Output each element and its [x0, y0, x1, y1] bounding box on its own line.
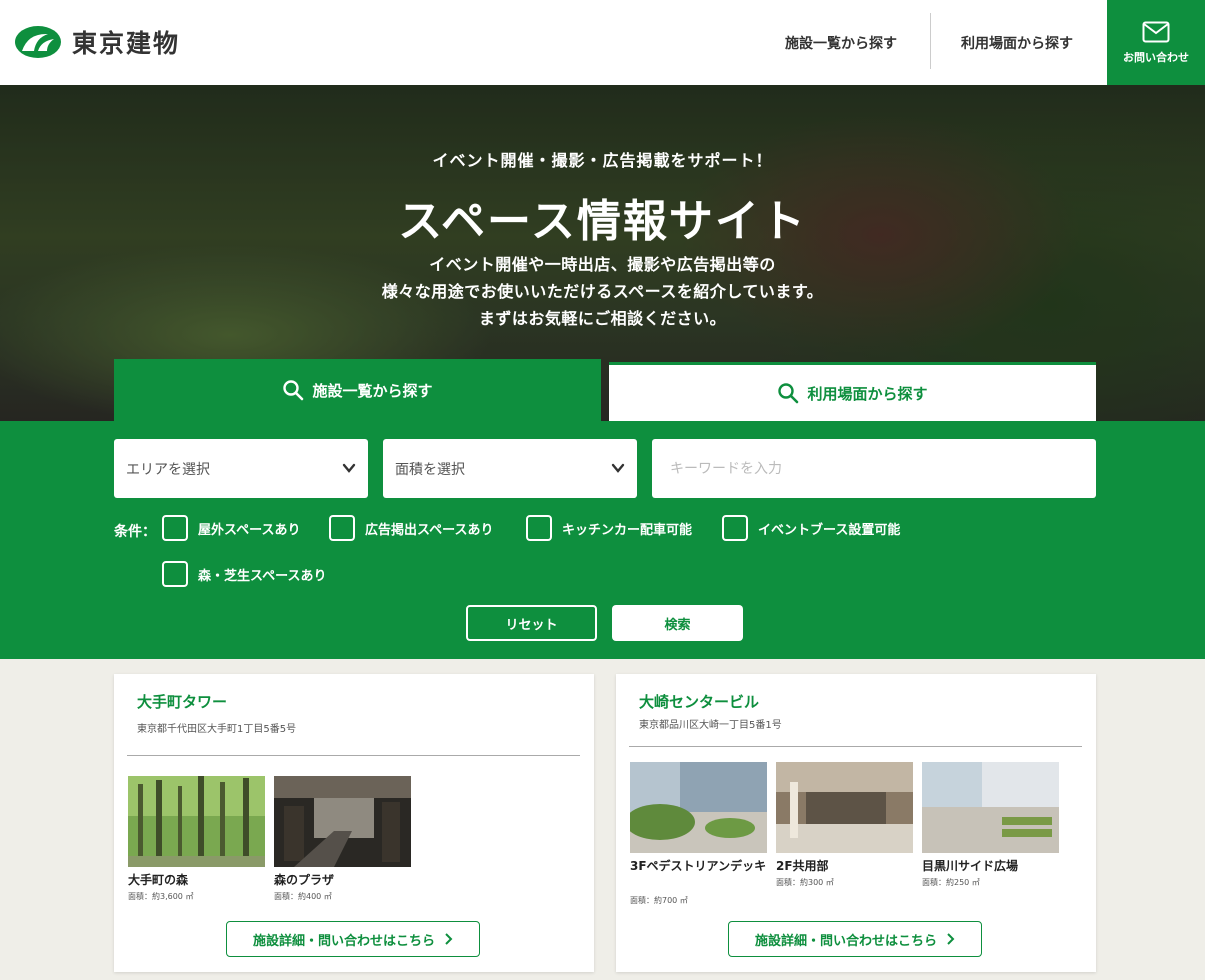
- checkbox-forest-lawn[interactable]: 森・芝生スペースあり: [162, 561, 326, 587]
- checkbox-ad-space[interactable]: 広告掲出スペースあり: [329, 515, 493, 541]
- checkbox-box[interactable]: [722, 515, 748, 541]
- size-select-value: 面積を選択: [395, 461, 465, 478]
- conditions-label: 条件：: [114, 524, 156, 540]
- checkbox-label: 広告掲出スペースあり: [365, 522, 494, 538]
- space-area: 面積：約250 ㎡: [922, 878, 980, 887]
- search-button[interactable]: 検索: [612, 605, 743, 641]
- area-select[interactable]: エリアを選択: [114, 439, 368, 498]
- checkbox-kitchen-car[interactable]: キッチンカー配車可能: [526, 515, 692, 541]
- facility-card: 大手町タワー 東京都千代田区大手町1丁目5番5号 大手町の森 面積：約3,600…: [114, 674, 594, 972]
- space-name: 3Fペデストリアンデッキ: [630, 859, 767, 873]
- space-name: 2F共用部: [776, 859, 829, 873]
- hero-description-line: 様々な用途でお使いいただけるスペースを紹介しています。: [381, 282, 824, 301]
- facility-card: 大崎センタービル 東京都品川区大崎一丁目5番1号 3Fペデストリアンデッキ 面積…: [616, 674, 1096, 972]
- space-photo[interactable]: [776, 762, 913, 853]
- chevron-right-icon: [445, 933, 453, 945]
- space-photo[interactable]: [630, 762, 767, 853]
- contact-label: お問い合わせ: [1123, 50, 1189, 64]
- checkbox-box[interactable]: [329, 515, 355, 541]
- contact-button[interactable]: お問い合わせ: [1107, 0, 1205, 85]
- space-area: 面積：約400 ㎡: [274, 892, 332, 901]
- space-area: 面積：約300 ㎡: [776, 878, 834, 887]
- checkbox-outdoor-space[interactable]: 屋外スペースあり: [162, 515, 300, 541]
- hero-subtitle: イベント開催・撮影・広告掲載をサポート！: [432, 151, 773, 170]
- space-name: 目黒川サイド広場: [922, 859, 1019, 873]
- checkbox-box[interactable]: [162, 561, 188, 587]
- checkbox-box[interactable]: [162, 515, 188, 541]
- nav-usage-scene[interactable]: 利用場面から探す: [961, 0, 1073, 85]
- space-photo[interactable]: [128, 776, 265, 867]
- facility-name[interactable]: 大手町タワー: [137, 691, 227, 712]
- space-photo[interactable]: [922, 762, 1059, 853]
- size-select[interactable]: 面積を選択: [383, 439, 637, 498]
- checkbox-label: キッチンカー配車可能: [562, 522, 693, 538]
- facility-name[interactable]: 大崎センタービル: [639, 691, 759, 712]
- tab-label: 利用場面から探す: [807, 384, 928, 403]
- mail-icon: [1142, 21, 1170, 42]
- card-divider: [629, 746, 1082, 747]
- space-photo[interactable]: [274, 776, 411, 867]
- checkbox-box[interactable]: [526, 515, 552, 541]
- hero-description-line: まずはお気軽にご相談ください。: [478, 309, 727, 328]
- space-name: 大手町の森: [128, 873, 189, 887]
- tab-facility-list[interactable]: 施設一覧から探す: [114, 359, 601, 421]
- nav-facility-list[interactable]: 施設一覧から探す: [785, 0, 897, 85]
- facility-address: 東京都千代田区大手町1丁目5番5号: [137, 724, 297, 735]
- site-header: 東京建物 施設一覧から探す 利用場面から探す お問い合わせ: [0, 0, 1205, 85]
- tab-usage-scene[interactable]: 利用場面から探す: [609, 362, 1096, 421]
- hero-title: スペース情報サイト: [398, 196, 807, 247]
- checkbox-label: 屋外スペースあり: [198, 522, 301, 538]
- chevron-right-icon: [947, 933, 955, 945]
- facility-address: 東京都品川区大崎一丁目5番1号: [639, 720, 782, 731]
- logo-text: 東京建物: [72, 29, 181, 58]
- logo-mark-icon: [15, 26, 61, 58]
- space-name: 森のプラザ: [274, 873, 335, 887]
- facility-detail-button[interactable]: 施設詳細・問い合わせはこちら: [226, 921, 480, 957]
- logo[interactable]: 東京建物: [14, 24, 180, 60]
- facility-detail-button[interactable]: 施設詳細・問い合わせはこちら: [728, 921, 982, 957]
- chevron-down-icon: [611, 463, 625, 473]
- tab-label: 施設一覧から探す: [312, 381, 433, 400]
- hero-description-line: イベント開催や一時出店、撮影や広告掲出等の: [429, 255, 776, 274]
- space-area: 面積：約700 ㎡: [630, 896, 688, 905]
- checkbox-event-booth[interactable]: イベントブース設置可能: [722, 515, 900, 541]
- search-panel: エリアを選択 面積を選択 条件： 屋外スペースあり 広告掲出スペースあり キッチ…: [0, 421, 1205, 659]
- search-icon: [778, 383, 799, 404]
- detail-button-label: 施設詳細・問い合わせはこちら: [754, 933, 937, 949]
- checkbox-label: イベントブース設置可能: [758, 522, 901, 538]
- search-icon: [283, 380, 304, 401]
- checkbox-label: 森・芝生スペースあり: [198, 568, 327, 584]
- space-area: 面積：約3,600 ㎡: [128, 892, 194, 901]
- detail-button-label: 施設詳細・問い合わせはこちら: [252, 933, 435, 949]
- chevron-down-icon: [342, 463, 356, 473]
- keyword-input[interactable]: [652, 439, 1096, 498]
- card-divider: [127, 755, 580, 756]
- area-select-value: エリアを選択: [126, 461, 210, 478]
- hero-description: イベント開催や一時出店、撮影や広告掲出等の 様々な用途でお使いいただけるスペース…: [0, 251, 1205, 332]
- reset-button[interactable]: リセット: [466, 605, 597, 641]
- nav-divider: [930, 13, 931, 69]
